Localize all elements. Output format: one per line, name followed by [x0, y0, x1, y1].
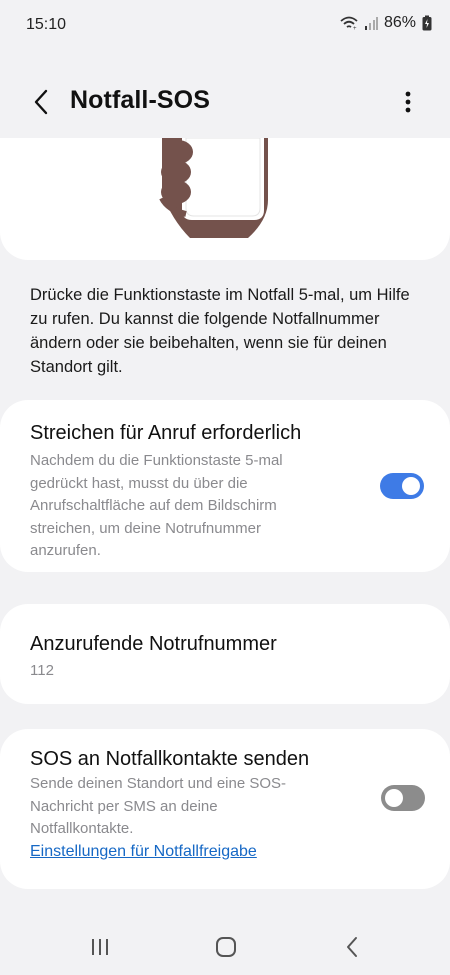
swipe-setting-description: Nachdem du die Funktionstaste 5-mal gedr… [30, 452, 283, 559]
svg-text:+: + [353, 26, 357, 30]
recent-apps-icon [92, 939, 108, 955]
swipe-setting-toggle[interactable] [380, 473, 424, 499]
toggle-knob [385, 789, 403, 807]
signal-icon [364, 16, 378, 30]
emergency-number-value: 112 [30, 662, 54, 679]
swipe-setting-title: Streichen für Anruf erforderlich [30, 422, 302, 444]
sos-contacts-setting[interactable]: SOS an Notfallkontakte senden Sende dein… [0, 729, 450, 889]
emergency-number-setting[interactable]: Anzurufende Notrufnummer 112 [0, 604, 450, 704]
status-icons: + 86% [340, 14, 432, 32]
back-button[interactable] [26, 86, 56, 118]
phone-hand-illustration [159, 138, 268, 238]
status-bar: 15:10 + 86% [0, 0, 450, 52]
intro-text: Drücke die Funktionstaste im Notfall 5-m… [30, 286, 410, 376]
battery-charging-icon [422, 15, 432, 31]
emergency-number-title: Anzurufende Notrufnummer [30, 633, 277, 655]
swipe-to-call-setting[interactable]: Streichen für Anruf erforderlich Nachdem… [0, 400, 450, 572]
illustration-card [0, 138, 450, 260]
toggle-knob [402, 477, 420, 495]
home-button[interactable] [206, 930, 246, 964]
chevron-left-icon [34, 89, 48, 115]
battery-percent: 86% [383, 14, 416, 31]
emergency-sharing-settings-link[interactable]: Einstellungen für Notfallfreigabe [30, 843, 257, 861]
more-options-button[interactable] [396, 86, 420, 118]
more-vertical-icon [405, 91, 411, 113]
wifi-icon: + [340, 16, 358, 30]
navigation-bar [0, 920, 450, 975]
back-nav-icon [347, 937, 357, 957]
sos-contacts-toggle[interactable] [381, 785, 425, 811]
recent-apps-button[interactable] [80, 930, 120, 964]
back-nav-button[interactable] [332, 930, 372, 964]
sos-contacts-title: SOS an Notfallkontakte senden [30, 748, 310, 770]
home-icon [216, 937, 236, 957]
page-title: Notfall-SOS [70, 86, 210, 114]
sos-contacts-description: Sende deinen Standort und eine SOS-Nachr… [30, 775, 287, 837]
app-bar: Notfall-SOS [0, 76, 450, 128]
status-time: 15:10 [26, 16, 67, 33]
